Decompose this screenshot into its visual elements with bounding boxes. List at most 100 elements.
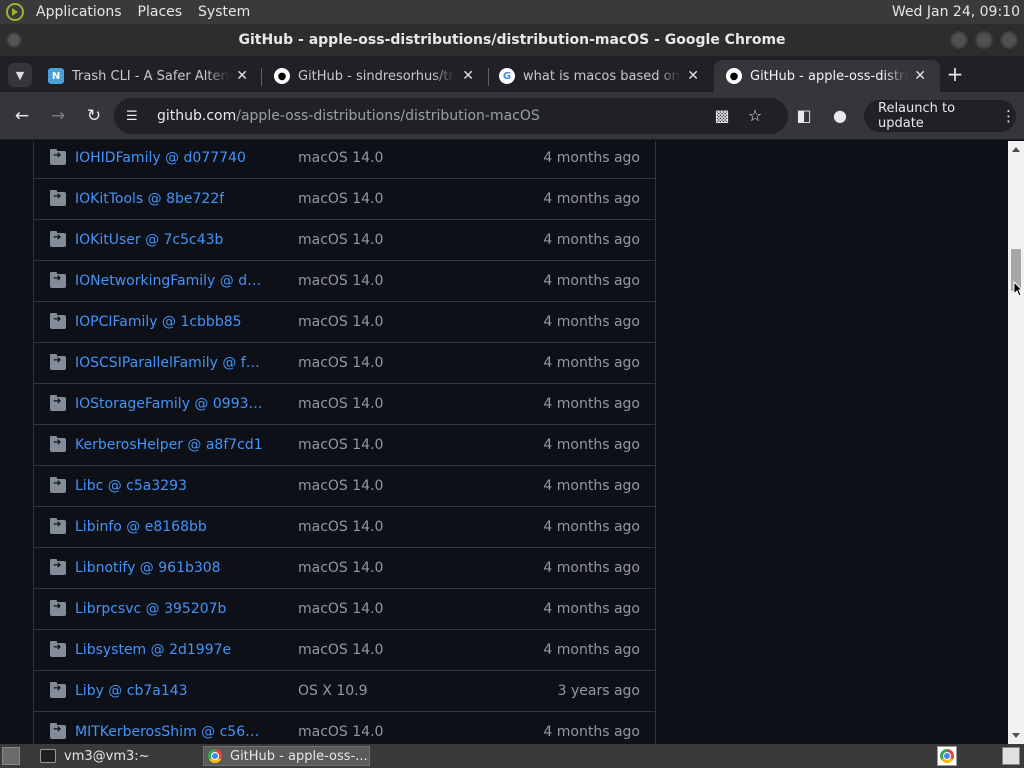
submodule-link[interactable]: IOKitTools @ 8be722f [75,191,224,207]
commit-age: 4 months ago [543,273,640,289]
commit-message[interactable]: macOS 14.0 [298,437,383,453]
site-info-icon[interactable]: ☰ [126,109,142,124]
applications-menu[interactable]: Applications [28,0,130,24]
file-row[interactable]: Libc @ c5a3293 macOS 14.0 4 months ago [34,465,655,506]
close-tab-icon[interactable]: ✕ [687,68,699,84]
file-row[interactable]: Librpcsvc @ 395207b macOS 14.0 4 months ag… [34,588,655,629]
submodule-link[interactable]: IOPCIFamily @ 1cbbb85 [75,314,242,330]
close-tab-icon[interactable]: ✕ [462,68,474,84]
bookmark-star-icon[interactable]: ☆ [745,106,765,126]
commit-age: 4 months ago [543,642,640,658]
commit-message[interactable]: macOS 14.0 [298,150,383,166]
commit-message[interactable]: macOS 14.0 [298,314,383,330]
submodule-link[interactable]: IOKitUser @ 7c5c43b [75,232,223,248]
github-icon: ● [726,68,742,84]
submodule-link[interactable]: IOStorageFamily @ 0993ad6 [75,396,267,412]
file-row[interactable]: IOSCSIParallelFamily @ fce... macOS 14.0 4… [34,342,655,383]
submodule-link[interactable]: Libsystem @ 2d1997e [75,642,231,658]
submodule-link[interactable]: IONetworkingFamily @ dd3... [75,273,267,289]
page-content: IOHIDFamily @ d077740 macOS 14.0 4 months … [0,141,1008,744]
submodule-folder-icon [50,354,66,370]
address-bar[interactable]: ☰ github.com/apple-oss-distributions/dis… [114,98,788,134]
minimize-button[interactable] [950,31,968,49]
window-menu-button[interactable] [6,32,22,48]
back-button[interactable]: ← [10,104,34,128]
submodule-link[interactable]: Librpcsvc @ 395207b [75,601,226,617]
url-path: /apple-oss-distributions/distribution-ma… [236,108,540,124]
distro-logo-icon[interactable] [6,3,24,21]
scroll-down-icon[interactable] [1012,733,1020,738]
file-row[interactable]: Liby @ cb7a143 OS X 10.9 3 years ago [34,670,655,711]
submodule-link[interactable]: Libinfo @ e8168bb [75,519,207,535]
close-tab-icon[interactable]: ✕ [236,68,248,84]
workspace-switcher[interactable] [1002,747,1020,765]
commit-message[interactable]: macOS 14.0 [298,355,383,371]
clock[interactable]: Wed Jan 24, 09:10 [892,4,1024,20]
submodule-link[interactable]: KerberosHelper @ a8f7cd1 [75,437,263,453]
tab-github-trash-cli[interactable]: ● GitHub - sindresorhus/trash-cli ✕ [262,60,488,92]
commit-message[interactable]: macOS 14.0 [298,519,383,535]
places-menu[interactable]: Places [130,0,191,24]
file-row[interactable]: IOStorageFamily @ 0993ad6 macOS 14.0 4 mon… [34,383,655,424]
submodule-link[interactable]: MITKerberosShim @ c5604b3 [75,724,267,740]
commit-age: 4 months ago [543,560,640,576]
more-menu-icon[interactable]: ⋮ [1001,107,1016,125]
submodule-link[interactable]: Liby @ cb7a143 [75,683,188,699]
chevron-down-icon: ▼ [15,68,25,82]
tab-title: GitHub - sindresorhus/trash-cli [298,68,456,84]
submodule-folder-icon [50,682,66,698]
tab-github-distribution[interactable]: ● GitHub - apple-oss-distributions ✕ [714,60,940,92]
commit-age: 4 months ago [543,519,640,535]
file-row[interactable]: IOHIDFamily @ d077740 macOS 14.0 4 months … [34,141,655,178]
submodule-link[interactable]: IOSCSIParallelFamily @ fce... [75,355,267,371]
commit-message[interactable]: macOS 14.0 [298,601,383,617]
file-row[interactable]: Libnotify @ 961b308 macOS 14.0 4 months ag… [34,547,655,588]
page-scrollbar[interactable] [1008,141,1024,744]
commit-message[interactable]: macOS 14.0 [298,191,383,207]
submodule-link[interactable]: IOHIDFamily @ d077740 [75,150,246,166]
commit-age: 4 months ago [543,355,640,371]
file-row[interactable]: IOKitUser @ 7c5c43b macOS 14.0 4 months ag… [34,219,655,260]
window-titlebar[interactable]: GitHub - apple-oss-distributions/distrib… [0,24,1024,56]
new-tab-button[interactable]: + [944,64,966,86]
submodule-folder-icon [50,600,66,616]
submodule-link[interactable]: Libnotify @ 961b308 [75,560,221,576]
tab-title: what is macos based on - Google Search [523,68,681,84]
commit-message[interactable]: macOS 14.0 [298,724,383,740]
tab-trash-cli[interactable]: N Trash CLI - A Safer Alternative to rm … [36,60,262,92]
profile-icon[interactable]: ● [830,106,850,126]
taskbar-chrome[interactable]: GitHub - apple-oss-... [203,746,370,766]
close-tab-icon[interactable]: ✕ [914,68,926,84]
side-panel-icon[interactable]: ◧ [794,106,814,126]
commit-message[interactable]: macOS 14.0 [298,396,383,412]
file-row[interactable]: IOPCIFamily @ 1cbbb85 macOS 14.0 4 months … [34,301,655,342]
file-row[interactable]: Libsystem @ 2d1997e macOS 14.0 4 months ag… [34,629,655,670]
file-row[interactable]: Libinfo @ e8168bb macOS 14.0 4 months ago [34,506,655,547]
submodule-link[interactable]: Libc @ c5a3293 [75,478,187,494]
file-row[interactable]: IOKitTools @ 8be722f macOS 14.0 4 months a… [34,178,655,219]
commit-message[interactable]: macOS 14.0 [298,560,383,576]
tray-chrome-icon[interactable] [937,746,957,766]
commit-message[interactable]: OS X 10.9 [298,683,368,699]
commit-message[interactable]: macOS 14.0 [298,232,383,248]
install-app-icon[interactable]: ▩ [712,106,732,126]
maximize-button[interactable] [975,31,993,49]
show-desktop-button[interactable] [2,747,20,765]
forward-button[interactable]: → [46,104,70,128]
commit-age: 4 months ago [543,437,640,453]
taskbar-terminal[interactable]: vm3@vm3:~ [36,746,200,766]
close-window-button[interactable] [1000,31,1018,49]
tab-search-button[interactable]: ▼ [8,63,32,87]
commit-message[interactable]: macOS 14.0 [298,642,383,658]
reload-button[interactable]: ↻ [82,104,106,128]
file-row[interactable]: IONetworkingFamily @ dd3... macOS 14.0 4 m… [34,260,655,301]
chrome-icon [208,749,222,763]
file-row[interactable]: KerberosHelper @ a8f7cd1 macOS 14.0 4 mont… [34,424,655,465]
tab-google-search[interactable]: G what is macos based on - Google Search… [487,60,713,92]
commit-message[interactable]: macOS 14.0 [298,273,383,289]
system-menu[interactable]: System [190,0,258,24]
file-row[interactable]: MITKerberosShim @ c5604b3 macOS 14.0 4 mon… [34,711,655,744]
scroll-up-icon[interactable] [1012,147,1020,152]
relaunch-button[interactable]: Relaunch to update ⋮ [864,100,1016,132]
commit-message[interactable]: macOS 14.0 [298,478,383,494]
